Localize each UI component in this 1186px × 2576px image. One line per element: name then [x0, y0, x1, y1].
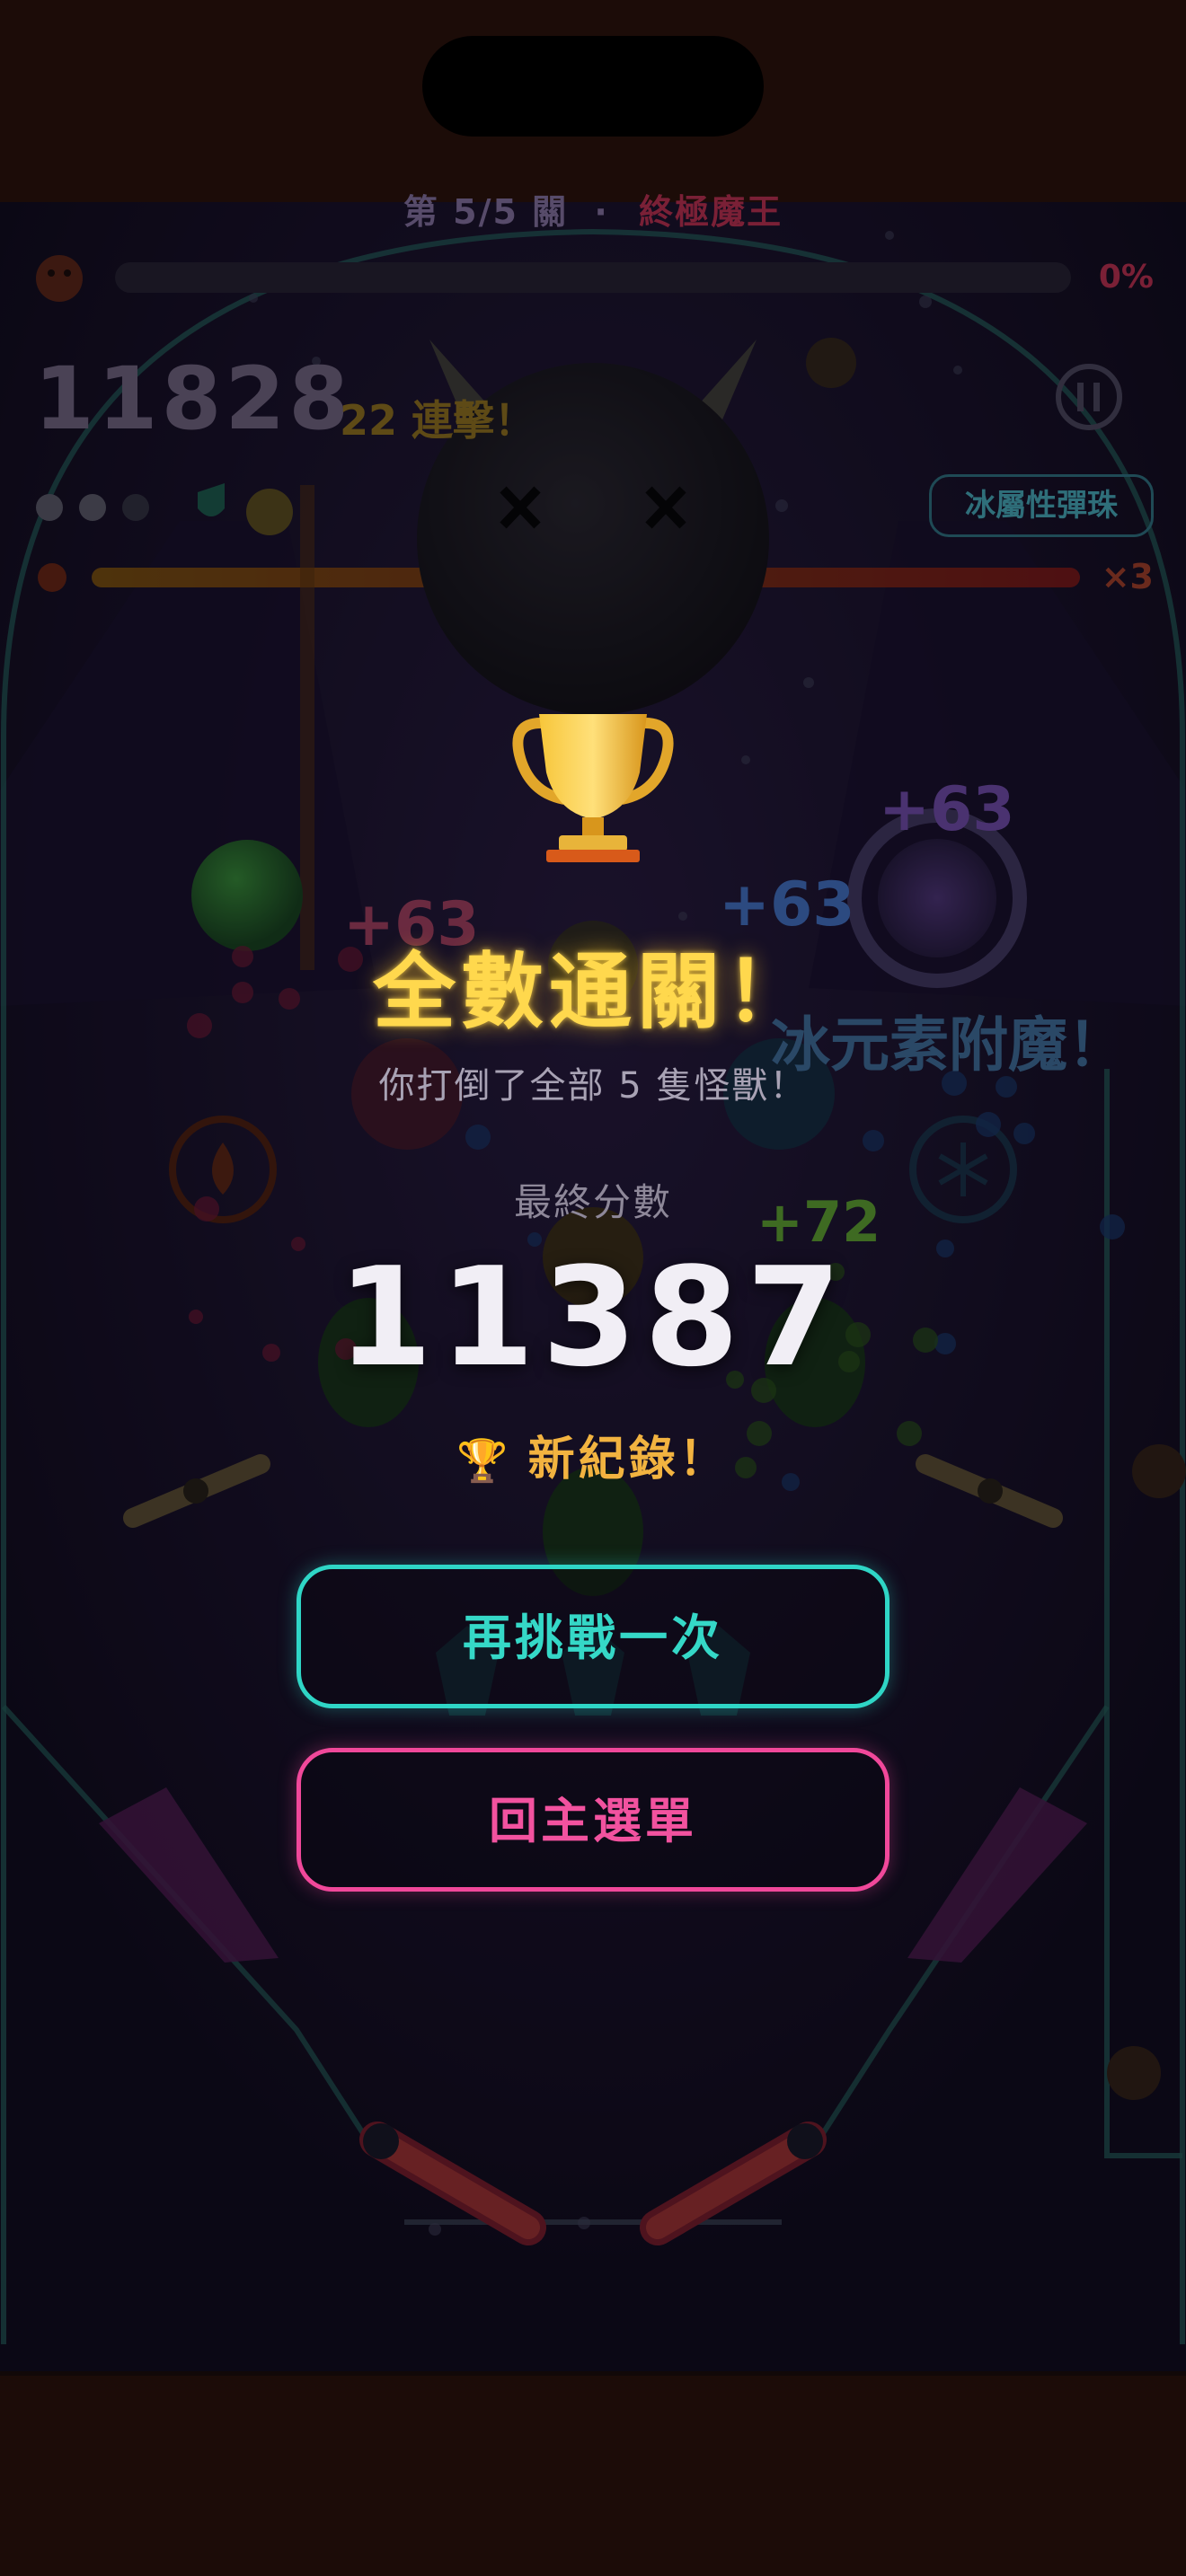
final-score: 11387	[337, 1238, 849, 1397]
score-multiplier: ×3	[1101, 557, 1154, 596]
current-score: 11828	[34, 348, 352, 449]
final-score-label: 最終分數	[513, 1180, 672, 1224]
level-text: 第 5/5 關	[403, 192, 569, 232]
victory-subtitle: 你打倒了全部 5 隻怪獸！	[378, 1065, 808, 1107]
boss-progress-percent: 0%	[1098, 259, 1154, 296]
level-indicator: 第 5/5 關 · 終極魔王	[0, 184, 1186, 234]
new-record-badge: 🏆 新紀錄！	[0, 1421, 1186, 1488]
level-separator: ·	[594, 192, 609, 232]
camera-notch	[422, 36, 764, 137]
victory-title: 全數通關！	[372, 944, 813, 1040]
element-ball-chip: 冰屬性彈珠	[929, 474, 1154, 537]
game-screen: 第 5/5 關 · 終極魔王 0% 11828 22 連擊！ 冰屬性彈珠 ×3 …	[0, 0, 1186, 2576]
score-popup: +63	[879, 774, 1015, 845]
main-menu-button[interactable]: 回主選單	[296, 1748, 890, 1892]
retry-button[interactable]: 再挑戰一次	[296, 1565, 890, 1708]
combo-counter: 22 連擊！	[340, 396, 536, 445]
new-record-text: 新紀錄！	[527, 1433, 730, 1486]
record-trophy-icon: 🏆	[456, 1436, 512, 1485]
boss-name: 終極魔王	[639, 192, 783, 232]
